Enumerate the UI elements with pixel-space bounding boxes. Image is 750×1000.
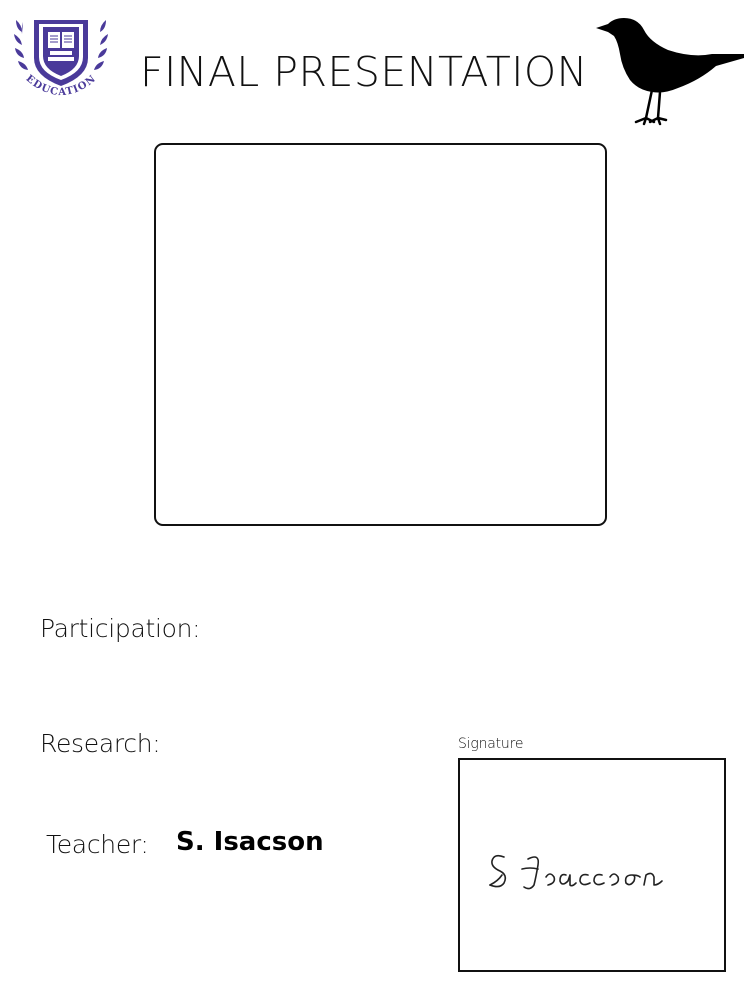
page-title: FINAL PRESENTATION (140, 48, 588, 96)
signature-label: Signature (458, 736, 524, 752)
education-logo-icon: EDUCATION (14, 20, 108, 98)
handwritten-signature (489, 854, 663, 890)
blackbird-silhouette-icon (596, 18, 744, 126)
participation-label: Participation: (40, 614, 201, 643)
photo-placeholder-frame (154, 143, 607, 526)
teacher-label: Teacher: (46, 830, 149, 859)
research-label: Research: (40, 729, 161, 758)
teacher-name: S. Isacson (176, 827, 324, 857)
